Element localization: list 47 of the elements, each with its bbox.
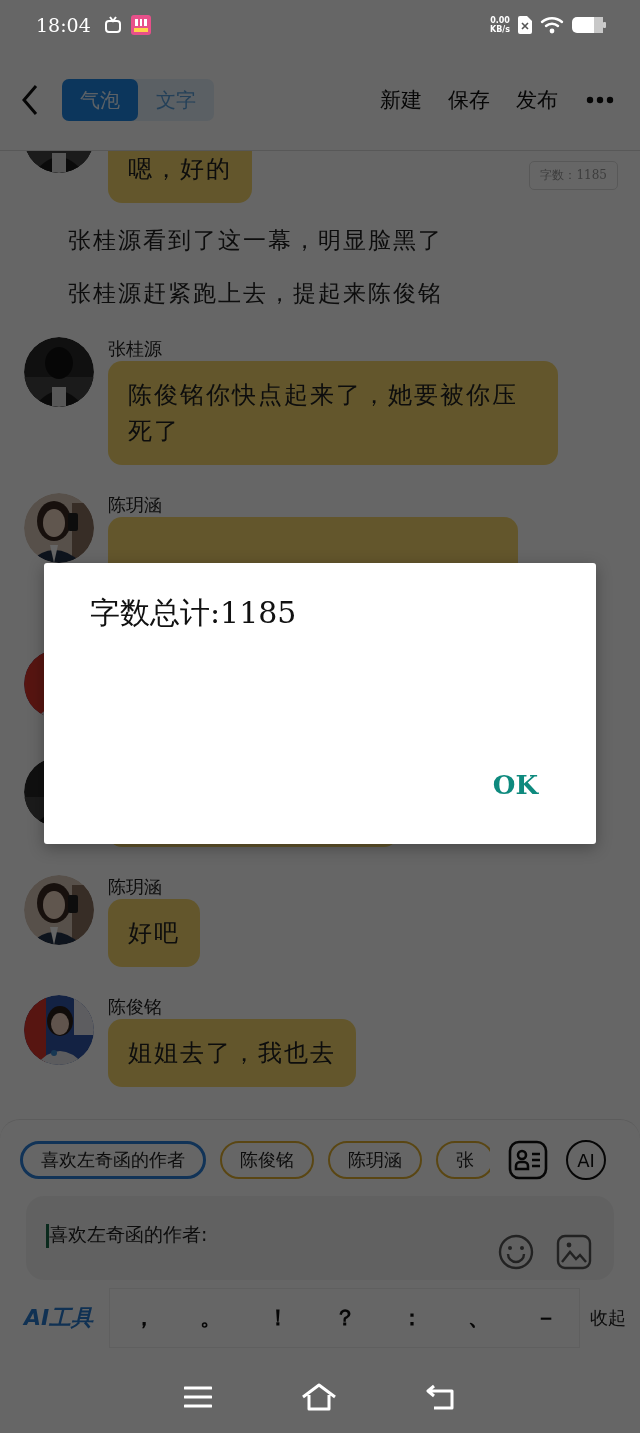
role-chip[interactable]: 张 [436,1141,490,1179]
header-action[interactable]: 新建 [380,86,422,114]
back-icon[interactable] [22,84,38,116]
message-bubble: 姐姐去了，我也去 [108,1019,356,1087]
narration-text: 张桂源赶紧跑上去，提起来陈俊铭 [68,279,444,308]
app-icon [130,15,151,35]
punctuation-key[interactable]: ！ [257,1303,298,1333]
dialog-message: 字数总计:1185 [90,594,297,632]
role-chip[interactable]: 陈玥涵 [328,1141,422,1179]
back-nav-icon[interactable] [425,1383,456,1410]
punctuation-key[interactable]: － [525,1303,566,1333]
ai-tools-button[interactable]: AI工具 [24,1303,94,1333]
mode-tab[interactable]: 气泡 [62,79,138,121]
network-speed: 0.00 KB/s [490,16,510,34]
home-icon[interactable] [301,1382,337,1411]
punctuation-key[interactable]: ？ [324,1303,365,1333]
sender-name: 张桂源 [108,337,162,361]
menu-icon[interactable] [184,1385,213,1408]
punctuation-key[interactable]: ， [123,1303,164,1333]
message-bubble: 好吧 [108,899,200,967]
contact-card-icon[interactable] [508,1140,548,1180]
punctuation-key[interactable]: 。 [190,1303,231,1333]
narration-text: 张桂源看到了这一幕，明显脸黑了 [68,226,444,255]
header-action[interactable]: 发布 [516,86,558,114]
tv-icon [102,15,123,35]
sender-name: 陈俊铭 [108,995,162,1019]
emoji-icon[interactable] [498,1234,534,1270]
role-chip[interactable]: 陈俊铭 [220,1141,314,1179]
message-bubble: 陈俊铭你快点起来了，她要被你压死了 [108,361,558,465]
ai-button[interactable]: AI [566,1140,606,1180]
image-icon[interactable] [556,1234,592,1270]
message-bubble: 嗯，好的 [108,151,252,203]
input-field[interactable]: 喜欢左奇函的作者: [49,1218,498,1252]
more-icon[interactable] [586,96,614,104]
sender-name: 陈玥涵 [108,875,162,899]
wifi-icon [540,16,564,34]
status-time: 18:04 [36,14,91,36]
collapse-button[interactable]: 收起 [590,1306,626,1330]
sender-name: 陈玥涵 [108,493,162,517]
punctuation-key[interactable]: ： [391,1303,432,1333]
battery-icon [572,16,606,34]
punctuation-key[interactable]: 、 [458,1303,499,1333]
role-chip[interactable]: 喜欢左奇函的作者 [20,1141,206,1179]
input-box[interactable]: 喜欢左奇函的作者: [26,1196,614,1280]
header-action[interactable]: 保存 [448,86,490,114]
ok-button[interactable]: OK [490,766,540,804]
sim-card-icon [518,16,532,34]
